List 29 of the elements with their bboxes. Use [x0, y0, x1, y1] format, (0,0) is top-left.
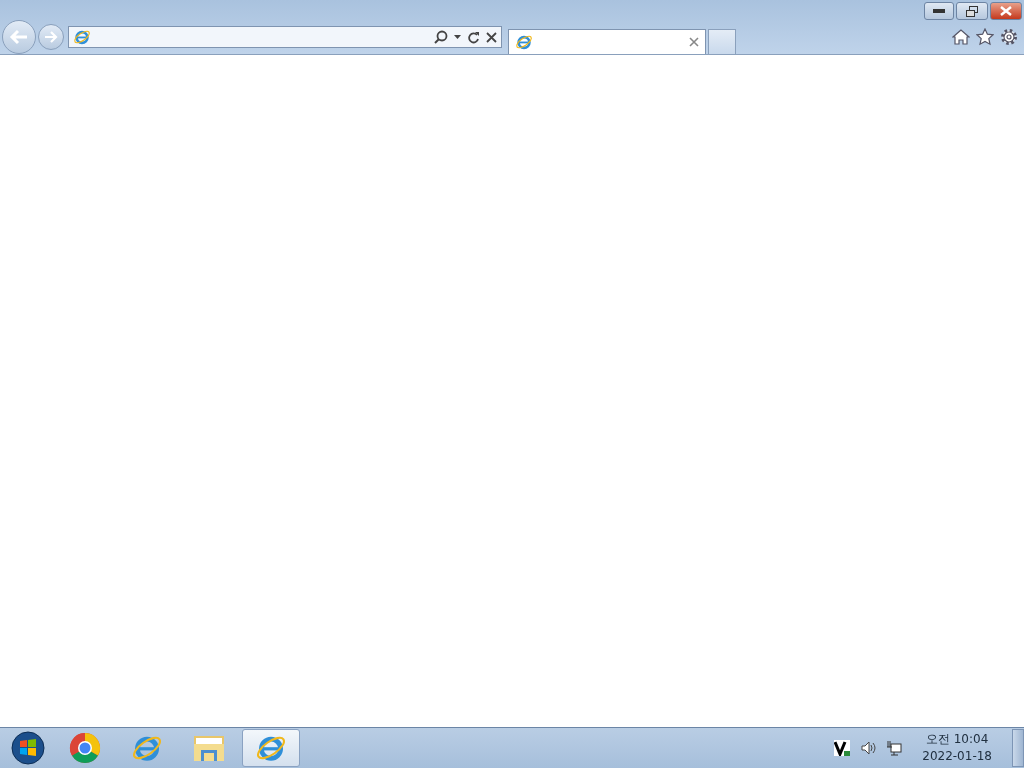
restore-button[interactable]	[956, 2, 988, 20]
dropdown-caret-icon[interactable]	[454, 35, 461, 39]
browser-tab[interactable]	[508, 29, 706, 54]
clock-time: 오전 10:04	[925, 731, 989, 748]
ie-icon	[73, 28, 91, 46]
home-icon[interactable]	[952, 28, 970, 46]
taskbar-app-button[interactable]	[242, 729, 300, 767]
stop-icon[interactable]	[486, 31, 497, 43]
folder-icon	[193, 733, 225, 763]
back-arrow-icon	[9, 29, 29, 45]
restore-icon	[966, 5, 978, 17]
forward-arrow-icon	[44, 31, 58, 43]
clock[interactable]: 오전 10:04 2022-01-18	[912, 731, 1002, 765]
clock-date: 2022-01-18	[922, 748, 992, 765]
refresh-icon[interactable]	[467, 30, 480, 44]
input-method-icon[interactable]	[834, 740, 851, 756]
minimize-button[interactable]	[924, 2, 954, 20]
forward-button[interactable]	[38, 24, 64, 50]
close-icon	[1000, 6, 1012, 16]
ie-icon	[515, 33, 533, 51]
network-icon[interactable]	[886, 740, 903, 756]
speaker-icon[interactable]	[860, 740, 877, 756]
settings-icon[interactable]	[1000, 28, 1018, 46]
star-icon[interactable]	[976, 28, 994, 46]
close-button[interactable]	[990, 2, 1022, 20]
minimize-icon	[933, 9, 945, 13]
search-icon[interactable]	[434, 30, 448, 44]
tab-close-icon[interactable]	[689, 37, 699, 47]
chrome-icon	[69, 732, 101, 764]
